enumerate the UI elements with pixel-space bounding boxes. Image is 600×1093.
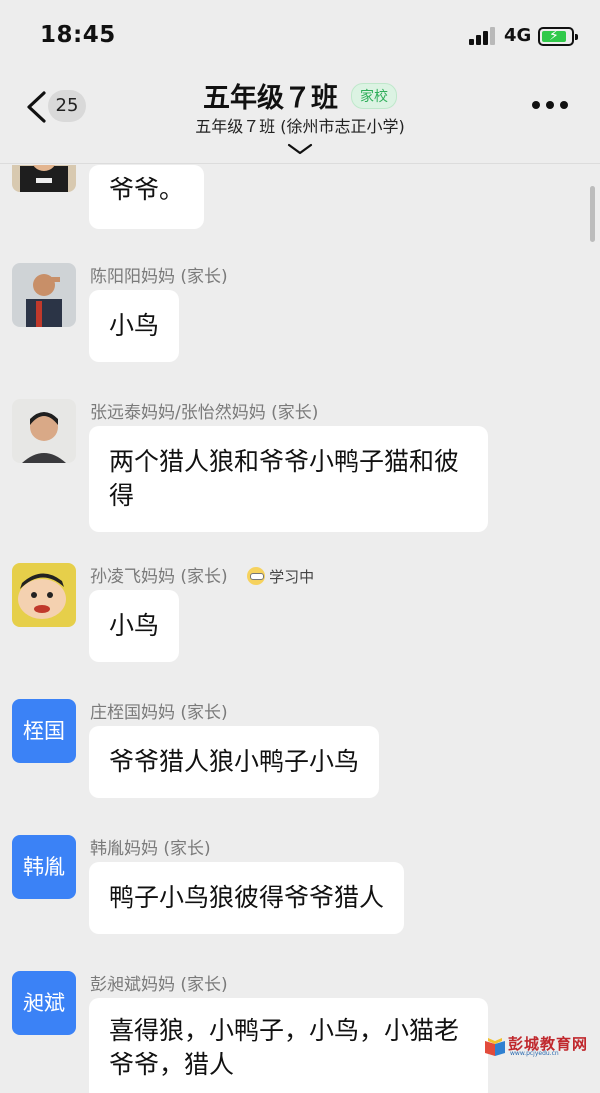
avatar[interactable]: 韩胤 xyxy=(12,835,76,899)
avatar[interactable] xyxy=(12,399,76,463)
sender-name: 彭昶斌妈妈 (家长) xyxy=(90,975,228,995)
message-bubble[interactable]: 爷爷猎人狼小鸭子小鸟 xyxy=(89,726,380,798)
scrollbar[interactable] xyxy=(590,186,595,242)
message-bubble[interactable]: 爷爷。 xyxy=(89,165,205,229)
chevron-down-icon[interactable] xyxy=(286,142,314,156)
chat-title: 五年级７班 xyxy=(202,83,338,114)
sender-name: 陈阳阳妈妈 (家长) xyxy=(90,267,228,287)
cellular-signal-icon xyxy=(469,27,497,45)
boy-saluting-photo-icon xyxy=(12,263,76,327)
sender-name: 孙凌飞妈妈 (家长) 学习中 xyxy=(90,562,314,587)
avatar[interactable]: 桎国 xyxy=(12,699,76,763)
message-bubble[interactable]: 喜得狼，小鸭子，小鸟，小猫老爷爷，猎人 xyxy=(89,998,488,1093)
message-bubble[interactable]: 两个猎人狼和爷爷小鸭子猫和彼得 xyxy=(89,426,488,532)
battery-icon: ⚡ xyxy=(538,27,578,46)
message-bubble[interactable]: 小鸟 xyxy=(89,290,180,362)
avatar[interactable]: 昶斌 xyxy=(12,971,76,1035)
network-type: 4G xyxy=(504,25,532,46)
message-bubble[interactable]: 小鸟 xyxy=(89,590,180,662)
sender-name: 庄桎国妈妈 (家长) xyxy=(90,703,228,723)
sender-name: 韩胤妈妈 (家长) xyxy=(90,839,211,859)
more-options-icon[interactable] xyxy=(530,99,570,113)
message-list[interactable]: 爷爷。 陈阳阳妈妈 (家长) 小鸟 张远泰妈妈/张怡然妈妈 (家长) 两个猎人狼… xyxy=(0,165,600,1093)
sender-name: 张远泰妈妈/张怡然妈妈 (家长) xyxy=(90,403,319,423)
book-logo-icon xyxy=(485,1038,505,1056)
avatar[interactable] xyxy=(12,165,76,192)
chat-screen: 18:45 4G ⚡ 25 五年级７班 家校 五年级７班 (徐州市志正小学) 爷… xyxy=(0,0,600,1093)
status-time: 18:45 xyxy=(40,22,116,48)
cartoon-boy-icon xyxy=(12,563,76,627)
watermark-logo: 彭城教育网 www.pcjyedu.cn xyxy=(484,1033,588,1057)
title-row[interactable]: 五年级７班 家校 xyxy=(0,76,600,115)
status-bar: 18:45 4G ⚡ xyxy=(0,0,600,72)
message-bubble[interactable]: 鸭子小鸟狼彼得爷爷猎人 xyxy=(89,862,405,934)
sender-name-text: 孙凌飞妈妈 (家长) xyxy=(90,567,228,587)
boy-portrait-photo-icon xyxy=(12,399,76,463)
avatar[interactable] xyxy=(12,563,76,627)
group-type-tag: 家校 xyxy=(351,82,398,109)
sunglasses-face-icon xyxy=(247,567,266,585)
learning-status-text: 学习中 xyxy=(269,568,315,586)
chat-header: 25 五年级７班 家校 五年级７班 (徐州市志正小学) xyxy=(0,72,600,164)
chat-subtitle: 五年级７班 (徐州市志正小学) xyxy=(195,117,405,136)
learning-status: 学习中 xyxy=(247,566,314,587)
watermark-url: www.pcjyedu.cn xyxy=(510,1050,559,1057)
avatar[interactable] xyxy=(12,263,76,327)
boy-with-hat-photo-icon xyxy=(12,165,76,192)
